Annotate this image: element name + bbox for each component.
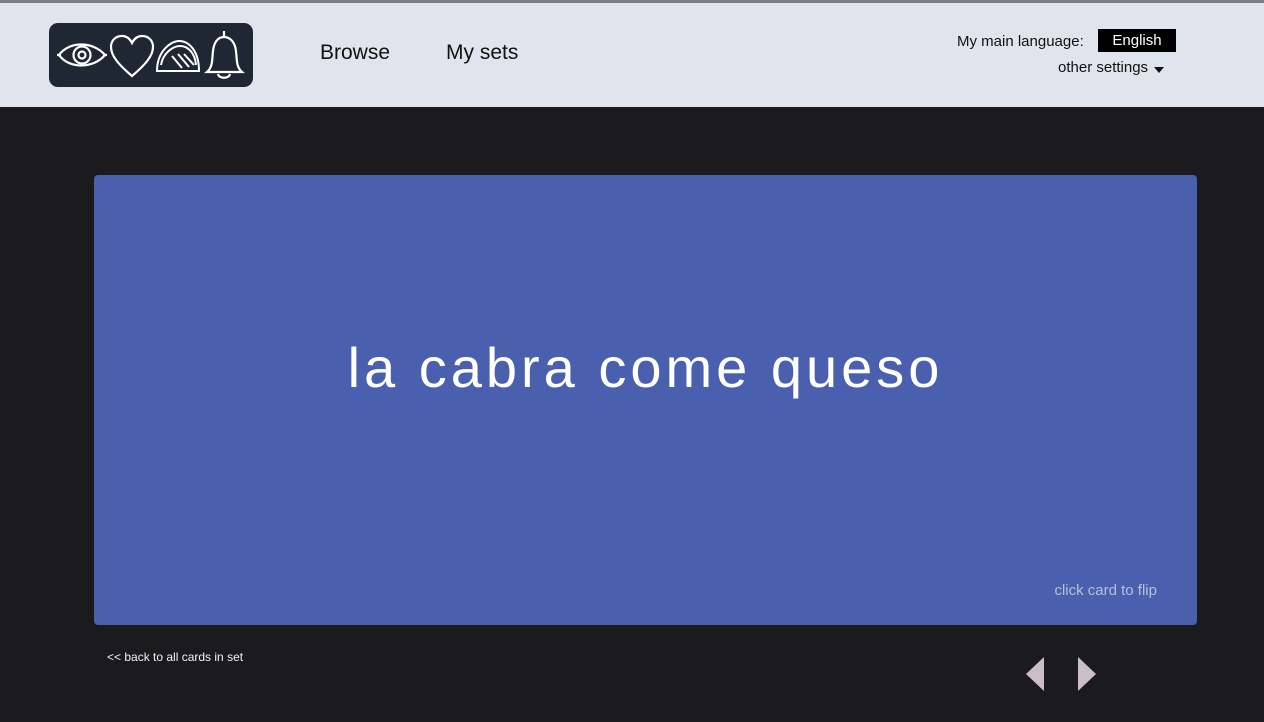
heart-icon xyxy=(109,34,155,78)
top-header: Browse My sets My main language: English… xyxy=(0,3,1264,107)
taco-icon xyxy=(155,39,201,72)
bell-icon xyxy=(203,31,246,79)
previous-card-button[interactable] xyxy=(1025,656,1045,697)
nav-browse[interactable]: Browse xyxy=(320,41,390,65)
other-settings-label: other settings xyxy=(1058,59,1149,76)
triangle-left-icon xyxy=(1026,657,1044,691)
chevron-down-icon xyxy=(1154,66,1165,73)
flashcard[interactable]: la cabra come queso click card to flip xyxy=(94,175,1197,625)
eye-icon xyxy=(57,43,107,67)
triangle-right-icon xyxy=(1078,657,1096,691)
main-language-label: My main language: xyxy=(957,33,1084,50)
nav-my-sets[interactable]: My sets xyxy=(446,41,518,65)
flip-hint: click card to flip xyxy=(1054,582,1157,599)
logo[interactable] xyxy=(49,23,253,87)
flashcard-text: la cabra come queso xyxy=(347,336,944,399)
other-settings-dropdown[interactable]: other settings xyxy=(1058,59,1165,76)
main-language-value: English xyxy=(1112,32,1162,49)
main-language-select[interactable]: English xyxy=(1098,29,1176,52)
next-card-button[interactable] xyxy=(1077,656,1097,697)
back-to-set-link[interactable]: << back to all cards in set xyxy=(107,650,243,664)
